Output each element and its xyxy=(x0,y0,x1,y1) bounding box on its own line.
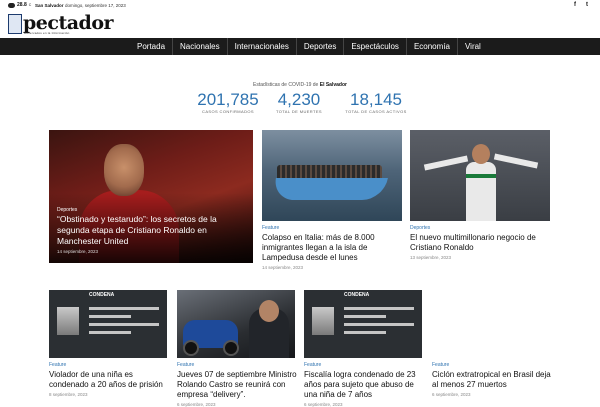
nav-item-portada[interactable]: Portada xyxy=(130,38,172,55)
main-nav: Portada Nacionales Internacionales Depor… xyxy=(0,38,600,55)
article-card: Deportes El nuevo multimillonario negoci… xyxy=(410,225,555,260)
stat-active: 18,145 TOTAL DE CASOS ACTIVOS xyxy=(338,90,414,114)
image-text-lines xyxy=(89,307,159,339)
logo-mark-icon xyxy=(8,14,22,34)
article-date: 14 septiembre, 2023 xyxy=(262,265,304,270)
covid-caption-prefix: Estadísticas de COVID-19 de xyxy=(253,82,319,88)
social-links: f t xyxy=(574,2,588,8)
article-date: 8 septiembre, 2023 xyxy=(49,392,88,397)
article-image-condena-2[interactable]: CONDENA xyxy=(304,290,422,358)
mugshot-image xyxy=(57,307,79,335)
image-boat xyxy=(272,178,388,200)
image-header-label: CONDENA xyxy=(304,290,422,300)
top-bar: 28.8 C San Salvador domingo, septiembre … xyxy=(0,0,600,11)
article-card: Feature Fiscalía logra condenado de 23 a… xyxy=(304,362,424,407)
stat-label: TOTAL DE CASOS ACTIVOS xyxy=(345,109,407,114)
weather-widget: 28.8 C xyxy=(8,2,31,8)
cloud-icon xyxy=(8,2,15,8)
article-category[interactable]: Feature xyxy=(262,225,407,231)
article-title[interactable]: Colapso en Italia: más de 8.000 inmigran… xyxy=(262,233,407,263)
nav-item-espectaculos[interactable]: Espectáculos xyxy=(343,38,406,55)
article-date: 6 septiembre, 2023 xyxy=(177,402,216,407)
featured-category[interactable]: Deportes xyxy=(57,207,77,213)
article-card: Feature Jueves 07 de septiembre Ministro… xyxy=(177,362,297,407)
temperature-unit: C xyxy=(28,3,32,7)
site-logo[interactable]: pectador Reservados en la Información xyxy=(8,13,114,36)
article-image-castro[interactable] xyxy=(177,290,295,358)
article-card: Feature Ciclón extratropical en Brasil d… xyxy=(432,362,552,397)
nav-item-internacionales[interactable]: Internacionales xyxy=(226,38,296,55)
nav-item-deportes[interactable]: Deportes xyxy=(295,38,343,55)
article-date: 6 septiembre, 2023 xyxy=(432,392,471,397)
image-header-label: CONDENA xyxy=(49,290,167,300)
stat-value: 18,145 xyxy=(350,90,402,109)
image-head xyxy=(472,144,490,164)
article-image-ronaldo[interactable] xyxy=(410,130,550,221)
article-date: 6 septiembre, 2023 xyxy=(304,402,343,407)
nav-item-nacionales[interactable]: Nacionales xyxy=(172,38,227,55)
nav-item-viral[interactable]: Viral xyxy=(456,38,488,55)
image-wheel xyxy=(183,340,199,356)
article-category[interactable]: Feature xyxy=(177,362,297,368)
stat-value: 4,230 xyxy=(277,90,321,109)
current-date: domingo, septiembre 17, 2023 xyxy=(65,3,126,8)
stat-label: CASOS CONFIRMADOS xyxy=(202,109,254,114)
image-face xyxy=(259,300,279,322)
article-card: Feature Violador de una niña es condenad… xyxy=(49,362,169,397)
covid-country: El Salvador xyxy=(319,82,347,88)
logo-text: pectador xyxy=(23,12,114,34)
article-title[interactable]: Jueves 07 de septiembre Ministro Rolando… xyxy=(177,370,297,400)
article-title[interactable]: Fiscalía logra condenado de 23 años para… xyxy=(304,370,424,400)
stat-deaths: 4,230 TOTAL DE MUERTES xyxy=(267,90,331,114)
logo-tagline: Reservados en la Información xyxy=(24,31,70,35)
featured-date: 14 septiembre, 2023 xyxy=(57,249,99,254)
covid-caption: Estadísticas de COVID-19 de El Salvador xyxy=(0,82,600,88)
stat-value: 201,785 xyxy=(197,90,259,109)
article-title[interactable]: El nuevo multimillonario negocio de Cris… xyxy=(410,233,555,253)
site-header: pectador Reservados en la Información xyxy=(0,11,600,38)
covid-stats: Estadísticas de COVID-19 de El Salvador … xyxy=(0,80,600,120)
article-image-lampedusa[interactable] xyxy=(262,130,402,221)
image-body xyxy=(466,162,496,221)
facebook-icon[interactable]: f xyxy=(574,2,576,8)
article-category[interactable]: Feature xyxy=(304,362,424,368)
featured-image-face xyxy=(104,144,144,196)
image-text-lines xyxy=(344,307,414,339)
image-arm-left xyxy=(423,155,469,171)
stat-confirmed: 201,785 CASOS CONFIRMADOS xyxy=(188,90,268,114)
image-wheel xyxy=(223,340,239,356)
article-image-condena-1[interactable]: CONDENA xyxy=(49,290,167,358)
image-arm-right xyxy=(493,153,539,169)
article-category[interactable]: Feature xyxy=(49,362,169,368)
article-date: 13 septiembre, 2023 xyxy=(410,255,452,260)
article-title[interactable]: Ciclón extratropical en Brasil deja al m… xyxy=(432,370,552,390)
article-category[interactable]: Deportes xyxy=(410,225,555,231)
nav-item-economia[interactable]: Economía xyxy=(405,38,457,55)
article-card: Feature Colapso en Italia: más de 8.000 … xyxy=(262,225,407,270)
stat-label: TOTAL DE MUERTES xyxy=(275,109,323,114)
featured-article[interactable]: Deportes “Obstinado y testarudo”: los se… xyxy=(49,130,253,263)
mugshot-image xyxy=(312,307,334,335)
article-category[interactable]: Feature xyxy=(432,362,552,368)
temperature: 28.8 xyxy=(17,2,27,8)
weather-city: San Salvador xyxy=(35,3,64,8)
article-title[interactable]: Violador de una niña es condenado a 20 a… xyxy=(49,370,169,390)
image-stripe xyxy=(466,174,496,178)
twitter-icon[interactable]: t xyxy=(586,2,588,8)
featured-title[interactable]: “Obstinado y testarudo”: los secretos de… xyxy=(57,214,245,247)
